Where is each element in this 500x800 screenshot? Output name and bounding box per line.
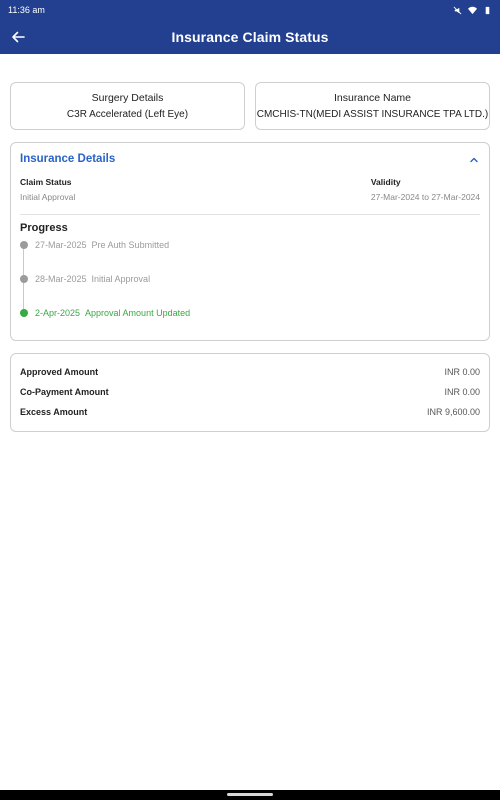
divider	[20, 214, 480, 215]
system-icons	[453, 6, 492, 15]
step-date: 27-Mar-2025	[35, 240, 87, 250]
status-time-value: 11:36	[8, 5, 30, 15]
excess-amount-row: Excess Amount INR 9,600.00	[20, 402, 480, 422]
progress-timeline: 27-Mar-2025 Pre Auth Submitted 28-Mar-20…	[20, 240, 480, 328]
claim-status: Claim Status Initial Approval	[20, 177, 75, 202]
battery-icon	[485, 6, 490, 14]
claim-status-value: Initial Approval	[20, 192, 76, 202]
status-time-suffix: am	[32, 5, 45, 15]
step-text: Pre Auth Submitted	[91, 240, 170, 250]
approved-amount-label: Approved Amount	[20, 367, 99, 377]
surgery-details-label: Surgery Details	[91, 92, 164, 104]
status-bar: 11:36 am	[0, 0, 500, 20]
step-dot	[20, 309, 28, 317]
surgery-details-value: C3R Accelerated (Left Eye)	[66, 109, 189, 120]
app-bar: Insurance Claim Status	[0, 20, 500, 54]
insurance-details-card: Insurance Details Claim Status Initial A…	[10, 142, 490, 341]
home-handle[interactable]	[227, 793, 273, 796]
validity-value: 27-Mar-2024 to 27-Mar-2024	[370, 192, 480, 202]
approved-amount-row: Approved Amount INR 0.00	[20, 362, 480, 382]
status-time: 11:36 am	[8, 5, 453, 15]
timeline-step: 27-Mar-2025 Pre Auth Submitted	[20, 240, 169, 250]
progress-title: Progress	[20, 222, 68, 234]
step-date: 2-Apr-2025	[35, 308, 81, 318]
excess-amount-value: INR 9,600.00	[426, 407, 480, 417]
system-nav-bar	[0, 790, 500, 800]
main-content: Surgery Details C3R Accelerated (Left Ey…	[0, 54, 500, 432]
step-date: 28-Mar-2025	[35, 274, 87, 284]
excess-amount-label: Excess Amount	[20, 407, 88, 417]
step-text: Approval Amount Updated	[85, 308, 191, 318]
arrow-left-icon[interactable]	[10, 29, 26, 45]
insurance-name-label: Insurance Name	[333, 92, 412, 104]
amounts-card: Approved Amount INR 0.00 Co-Payment Amou…	[10, 353, 490, 432]
mute-icon	[453, 6, 462, 14]
claim-status-label: Claim Status	[20, 177, 72, 187]
claim-info-row: Claim Status Initial Approval Validity 2…	[20, 177, 480, 202]
chevron-up-icon[interactable]	[468, 153, 480, 165]
co-payment-amount-value: INR 0.00	[444, 387, 480, 397]
page-title: Insurance Claim Status	[171, 29, 329, 45]
step-dot	[20, 241, 28, 249]
validity-label: Validity	[370, 177, 401, 187]
co-payment-amount-row: Co-Payment Amount INR 0.00	[20, 382, 480, 402]
approved-amount-value: INR 0.00	[444, 367, 480, 377]
summary-cards: Surgery Details C3R Accelerated (Left Ey…	[10, 82, 490, 130]
validity: Validity 27-Mar-2024 to 27-Mar-2024	[371, 177, 480, 202]
co-payment-amount-label: Co-Payment Amount	[20, 387, 109, 397]
step-text: Initial Approval	[91, 274, 151, 284]
timeline-step: 28-Mar-2025 Initial Approval	[20, 274, 150, 284]
surgery-details-card: Surgery Details C3R Accelerated (Left Ey…	[10, 82, 245, 130]
timeline-step-current: 2-Apr-2025 Approval Amount Updated	[20, 308, 190, 318]
insurance-name-value: CMCHIS-TN(MEDI ASSIST INSURANCE TPA LTD.…	[256, 109, 489, 120]
insurance-details-title: Insurance Details	[20, 153, 116, 165]
insurance-details-header[interactable]: Insurance Details	[20, 153, 480, 165]
step-dot	[20, 275, 28, 283]
insurance-name-card: Insurance Name CMCHIS-TN(MEDI ASSIST INS…	[255, 82, 490, 130]
wifi-icon	[468, 6, 477, 14]
